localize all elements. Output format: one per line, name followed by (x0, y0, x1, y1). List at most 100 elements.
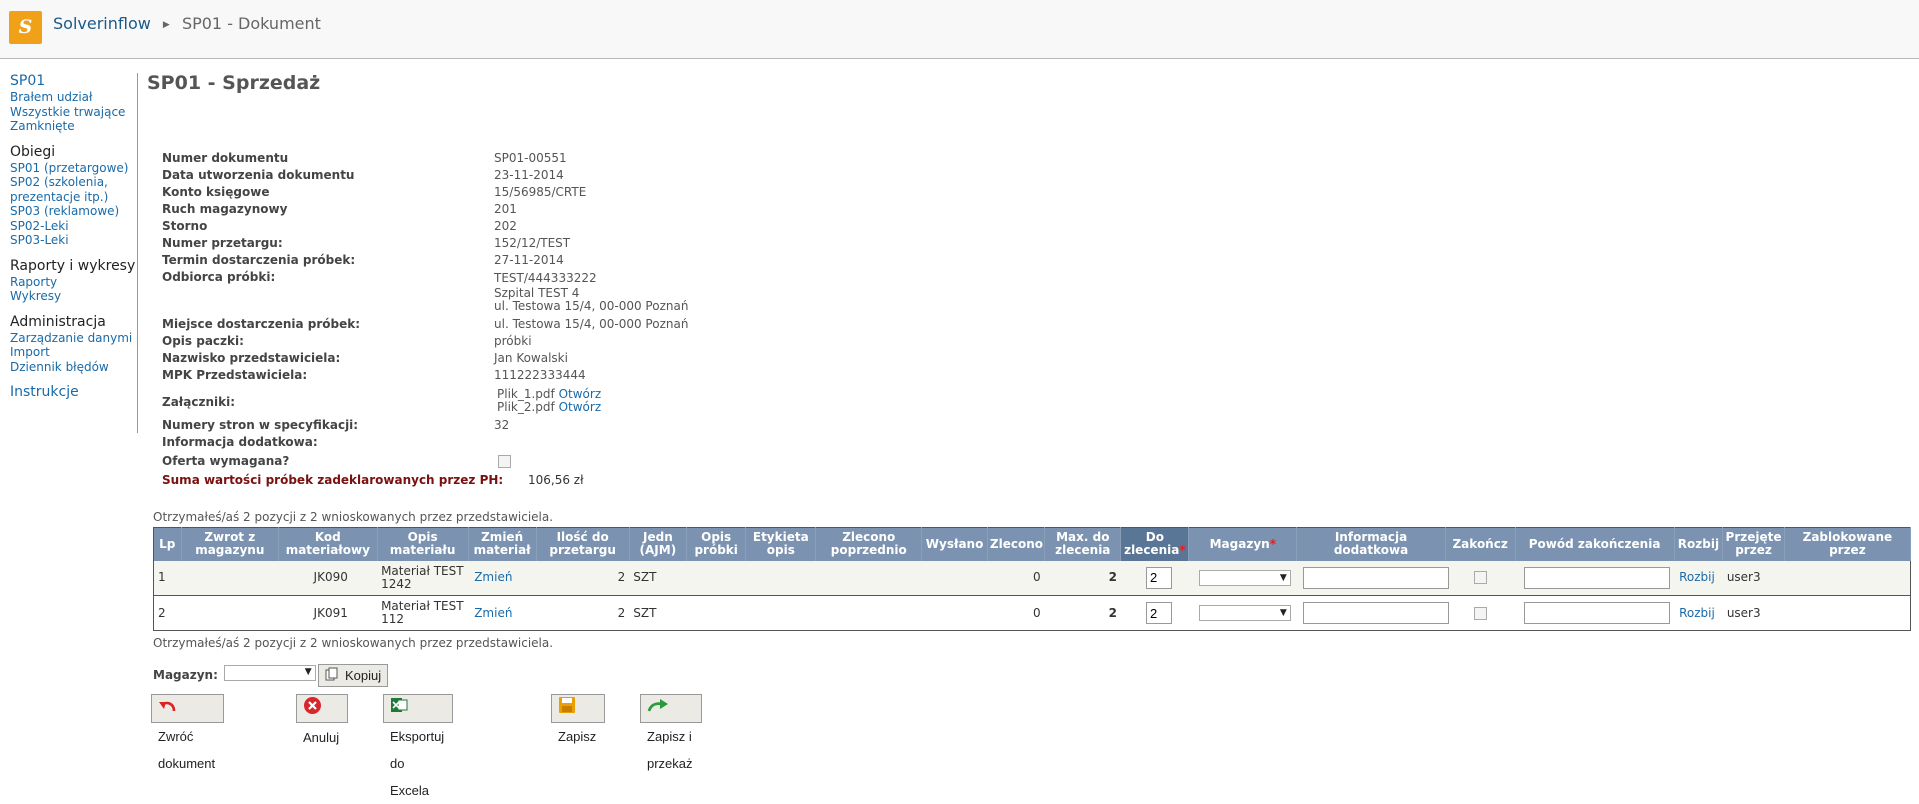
sidebar-item-zamkniete[interactable]: Zamknięte (10, 119, 137, 134)
powod-input[interactable] (1524, 602, 1671, 624)
sidebar-item-wszystkie-trwajace[interactable]: Wszystkie trwające (10, 105, 137, 120)
required-marker-icon: * (1269, 536, 1276, 551)
cell-rozbij: Rozbij (1674, 560, 1723, 596)
chevron-down-icon: ▼ (304, 667, 312, 677)
zakoncz-checkbox[interactable] (1473, 606, 1487, 620)
cell-rozbij: Rozbij (1674, 595, 1723, 631)
col-header-do-zlecenia: Do zlecenia* (1120, 527, 1190, 561)
cell-opis-l2: 112 (381, 612, 404, 626)
col-header-zlecono-poprzednio-l1: Zlecono (842, 530, 896, 545)
sidebar-item-sp03-leki[interactable]: SP03-Leki (10, 233, 137, 248)
field-label-opis-paczki: Opis paczki: (162, 334, 244, 348)
sum-value: 106,56 zł (528, 473, 584, 487)
col-header-zlecono-poprzednio-l2: poprzednio (830, 543, 907, 558)
cell-do-zlecenia (1120, 595, 1189, 631)
col-header-etykieta: Etykieta opis (745, 527, 817, 561)
sidebar-item-sp01[interactable]: SP01 (10, 73, 137, 90)
col-header-ilosc-l1: Ilość do (556, 530, 609, 545)
sidebar-item-sp02-szkolenia-cont[interactable]: prezentacje itp.) (10, 190, 137, 205)
field-value-numer-przetargu: 152/12/TEST (494, 236, 571, 250)
cell-opis-probki (686, 595, 746, 631)
rozbij-link[interactable]: Rozbij (1679, 570, 1715, 584)
field-value-odbiorca: TEST/444333222 Szpital TEST 4 ul. Testowa … (494, 270, 688, 313)
change-material-link[interactable]: Zmień (474, 606, 512, 620)
sidebar-item-instrukcje[interactable]: Instrukcje (10, 384, 137, 401)
col-header-wyslano: Wysłano (921, 527, 988, 561)
return-arrow-icon (158, 696, 178, 723)
sidebar-item-raporty[interactable]: Raporty (10, 275, 137, 290)
sidebar-item-dziennik-bledow[interactable]: Dziennik błędów (10, 360, 137, 375)
eksportuj-button[interactable]: Eksportuj do Excela (383, 694, 454, 798)
cell-ilosc: 2 (536, 595, 630, 631)
cell-zmien: Zmień (468, 595, 537, 631)
nav-group-obiegi: Obiegi SP01 (przetargowe) SP02 (szkoleni… (10, 144, 137, 248)
zakoncz-checkbox[interactable] (1473, 571, 1487, 585)
cell-kod: JK090 (278, 560, 378, 596)
nav-group-administracja: Administracja Zarządzanie danymi Import … (10, 314, 137, 375)
col-header-magazyn: Magazyn* (1188, 527, 1298, 561)
breadcrumb-app-link[interactable]: Solverinflow (53, 14, 151, 33)
col-header-zlecono: Zlecono (987, 527, 1046, 561)
zapisz-i-przekaz-label: Zapisz i przekaż (647, 729, 693, 772)
magazyn-select[interactable]: ▼ (1198, 569, 1291, 586)
col-header-zwrot: Zwrot z magazynu (181, 527, 280, 561)
cell-max: 2 (1044, 595, 1121, 631)
attachment-open-link[interactable]: Otwórz (559, 400, 602, 414)
field-label-numer-dokumentu: Numer dokumentu (162, 151, 289, 165)
sidebar-item-sp01-przetargowe[interactable]: SP01 (przetargowe) (10, 161, 137, 176)
informacja-input[interactable] (1302, 602, 1449, 624)
positions-table: Lp Zwrot z magazynu Kod materiałowy Opis ma… (153, 527, 1912, 631)
kopiuj-button[interactable]: Kopiuj (318, 664, 389, 687)
breadcrumb: Solverinflow ▶ SP01 - Dokument (53, 14, 321, 33)
zwroc-dokument-button[interactable]: Zwróć dokument (151, 694, 225, 771)
col-header-kod: Kod materiałowy (278, 527, 378, 561)
cell-zablokowane (1784, 560, 1911, 596)
oferta-checkbox-wrap (498, 454, 511, 468)
col-header-rozbij: Rozbij (1674, 527, 1724, 561)
sidebar-item-bralem-udzial[interactable]: Brałem udział (10, 90, 137, 105)
do-zlecenia-input[interactable] (1145, 566, 1172, 589)
cell-etykieta (745, 560, 816, 596)
oferta-checkbox[interactable] (498, 455, 511, 468)
cell-zlecono-poprzednio (815, 560, 922, 596)
field-label-storno: Storno (162, 219, 208, 233)
anuluj-button[interactable]: Anuluj (296, 694, 349, 745)
col-header-informacja: Informacja dodatkowa (1296, 527, 1446, 561)
sidebar-item-sp02-szkolenia[interactable]: SP02 (szkolenia, (10, 175, 137, 190)
field-value-opis-paczki: próbki (494, 334, 532, 348)
cell-opis-l1: Materiał TEST (381, 563, 464, 578)
zapisz-button[interactable]: Zapisz (551, 694, 606, 744)
powod-input[interactable] (1524, 566, 1671, 589)
sidebar-item-zarzadzanie-danymi[interactable]: Zarządzanie danymi (10, 331, 137, 346)
magazyn-bulk-select[interactable]: ▼ (223, 665, 316, 681)
sidebar-item-sp03-reklamowe[interactable]: SP03 (reklamowe) (10, 204, 137, 219)
col-header-do-zlecenia-l2: zlecenia (1124, 543, 1180, 558)
informacja-input[interactable] (1302, 566, 1449, 589)
attachments-list: Plik_1.pdf Otwórz Plik_2.pdf Otwórz (497, 388, 601, 414)
rozbij-link[interactable]: Rozbij (1679, 606, 1715, 620)
magazyn-select[interactable]: ▼ (1198, 605, 1291, 621)
field-value-numery-stron: 32 (494, 418, 510, 432)
cell-powod (1515, 560, 1675, 596)
do-zlecenia-input[interactable] (1145, 602, 1172, 624)
cell-zwrot (181, 560, 279, 596)
sidebar-item-import[interactable]: Import (10, 345, 137, 360)
cell-lp: 2 (153, 595, 182, 631)
cell-opis-l1: Materiał TEST (381, 599, 464, 613)
sidebar-item-sp02-leki[interactable]: SP02-Leki (10, 219, 137, 234)
sidebar-item-wykresy[interactable]: Wykresy (10, 289, 137, 304)
field-value-data-utworzenia: 23-11-2014 (494, 168, 564, 182)
cell-etykieta (745, 595, 816, 631)
cell-do-zlecenia (1120, 560, 1189, 596)
field-value-konto: 15/56985/CRTE (494, 185, 587, 199)
app-logo[interactable]: S (9, 11, 42, 44)
field-value-storno: 202 (494, 219, 517, 233)
change-material-link[interactable]: Zmień (474, 570, 512, 584)
field-label-data-utworzenia: Data utworzenia dokumentu (162, 168, 355, 182)
zapisz-i-przekaz-button[interactable]: Zapisz i przekaż (640, 694, 702, 771)
attachment-open-link[interactable]: Otwórz (559, 387, 602, 401)
cell-zlecono: 0 (987, 595, 1045, 631)
col-header-opis-probki-l2: próbki (694, 543, 738, 558)
field-value-miejsce: ul. Testowa 15/4, 00-000 Poznań (494, 317, 689, 331)
col-header-zablokowane-l2: przez (1829, 543, 1866, 558)
